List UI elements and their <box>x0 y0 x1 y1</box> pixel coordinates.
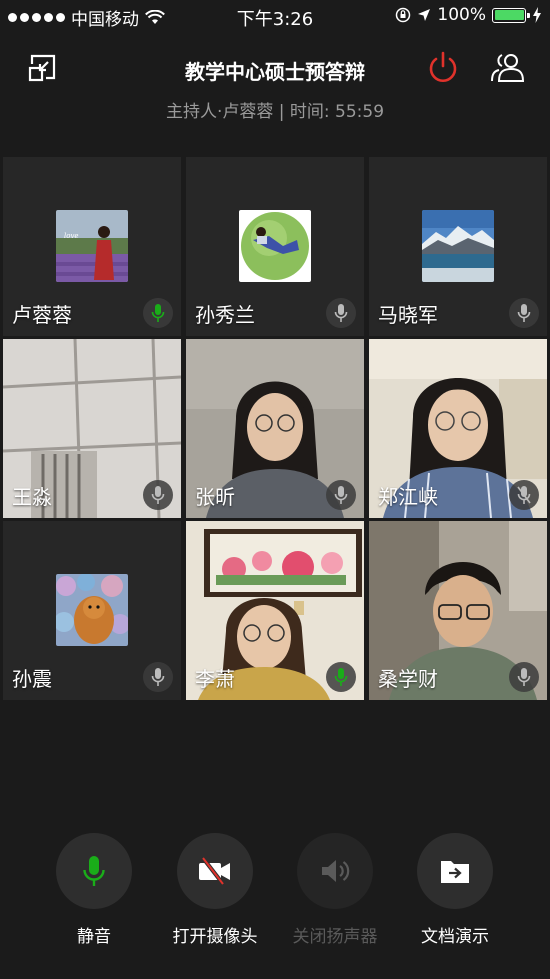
status-bar: 中国移动 下午3:26 100% <box>0 0 550 30</box>
mic-muted-icon <box>509 480 539 510</box>
meeting-host-timer: 主持人·卢蓉蓉 | 时间: 55:59 <box>165 102 385 122</box>
participant-avatar <box>239 210 311 282</box>
participant-name: 孙秀兰 <box>195 303 255 327</box>
mic-icon <box>326 298 356 328</box>
camera-button[interactable]: 打开摄像头 <box>155 830 275 947</box>
participant-tile[interactable]: 孙震 <box>3 521 181 700</box>
mic-icon <box>326 480 356 510</box>
battery-icon <box>492 7 530 23</box>
participant-name: 李萧 <box>195 667 235 691</box>
participant-name: 王淼 <box>12 485 52 509</box>
svg-text:love: love <box>64 232 79 240</box>
mute-button[interactable]: 静音 <box>34 830 154 947</box>
speaker-button[interactable]: 关闭扬声器 <box>275 830 395 947</box>
participant-tile[interactable]: love 卢蓉蓉 <box>3 157 181 336</box>
participant-tile[interactable]: 张昕 <box>186 339 364 518</box>
mic-icon <box>143 662 173 692</box>
participant-grid: love 卢蓉蓉 孙秀兰 马晓军 王淼 张昕 郑江峡 孙震 李萧 桑学财 <box>3 157 547 700</box>
camera-circle[interactable] <box>177 833 253 909</box>
participant-tile[interactable]: 马晓军 <box>369 157 547 336</box>
end-meeting-button[interactable] <box>425 50 461 86</box>
share-doc-circle[interactable] <box>417 833 493 909</box>
battery-percent: 100% <box>437 5 486 25</box>
members-icon <box>491 54 525 82</box>
mic-icon <box>509 662 539 692</box>
participant-tile[interactable]: 郑江峡 <box>369 339 547 518</box>
participant-tile[interactable]: 王淼 <box>3 339 181 518</box>
mute-circle[interactable] <box>56 833 132 909</box>
camera-off-icon <box>199 856 230 886</box>
mic-icon <box>143 480 173 510</box>
camera-label: 打开摄像头 <box>172 927 258 947</box>
mute-label: 静音 <box>77 927 111 947</box>
status-right: 100% <box>395 5 542 25</box>
location-icon <box>418 9 431 21</box>
members-button[interactable] <box>489 50 525 86</box>
speaker-label: 关闭扬声器 <box>292 927 378 947</box>
share-doc-button[interactable]: 文档演示 <box>395 830 515 947</box>
participant-avatar <box>422 210 494 282</box>
participant-tile[interactable]: 李萧 <box>186 521 364 700</box>
participant-avatar: love <box>56 210 128 282</box>
rotation-lock-icon <box>396 7 411 23</box>
mic-active-icon <box>326 662 356 692</box>
meeting-title: 教学中心硕士预答辩 <box>185 60 365 84</box>
speaker-circle[interactable] <box>297 833 373 909</box>
participant-tile[interactable]: 桑学财 <box>369 521 547 700</box>
meeting-header: 教学中心硕士预答辩 主持人·卢蓉蓉 | 时间: 55:59 <box>0 40 550 130</box>
participant-name: 郑江峡 <box>378 485 438 509</box>
participant-name: 卢蓉蓉 <box>12 303 72 327</box>
share-folder-icon <box>441 861 469 883</box>
participant-tile[interactable]: 孙秀兰 <box>186 157 364 336</box>
microphone-icon <box>83 856 105 886</box>
participant-name: 张昕 <box>195 485 235 509</box>
mic-icon <box>509 298 539 328</box>
power-icon <box>429 51 457 82</box>
meeting-controls: 静音 打开摄像头 关闭扬声器 文档演示 <box>0 830 550 950</box>
charging-icon <box>533 7 541 23</box>
participant-name: 孙震 <box>12 667 52 691</box>
participant-avatar <box>56 574 128 646</box>
participant-name: 桑学财 <box>378 667 438 691</box>
mic-active-icon <box>143 298 173 328</box>
share-doc-label: 文档演示 <box>421 927 489 947</box>
speaker-icon <box>322 860 350 882</box>
participant-name: 马晓军 <box>378 303 438 327</box>
